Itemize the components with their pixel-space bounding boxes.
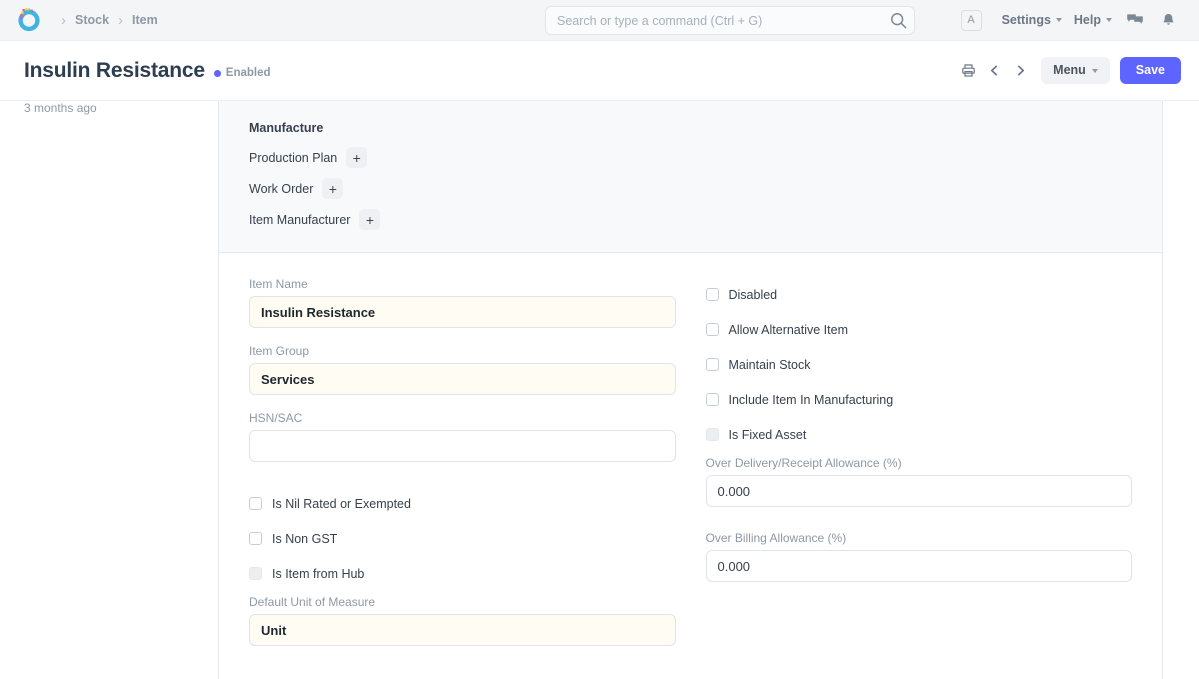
connections-heading: Manufacture bbox=[249, 121, 1132, 135]
printer-icon[interactable] bbox=[957, 59, 979, 83]
page-body: 3 months ago Manufacture Production Plan… bbox=[0, 100, 1199, 679]
is-nil-rated-checkbox[interactable] bbox=[249, 497, 262, 510]
menu-label: Menu bbox=[1053, 64, 1086, 77]
chevron-right-icon: › bbox=[54, 13, 73, 28]
status-badge: Enabled bbox=[214, 67, 271, 79]
chevron-down-icon bbox=[1092, 69, 1098, 73]
next-doc-button[interactable] bbox=[1009, 59, 1031, 83]
label-item-name: Item Name bbox=[249, 277, 676, 291]
breadcrumb-item-item[interactable]: Item bbox=[132, 13, 158, 27]
allow-alternative-item-checkbox[interactable] bbox=[706, 323, 719, 336]
add-work-order-button[interactable]: + bbox=[322, 178, 343, 199]
add-production-plan-button[interactable]: + bbox=[346, 147, 367, 168]
item-group-input[interactable] bbox=[249, 363, 676, 395]
form-column-left: Item Name Item Group HSN/SAC Is Nil Rate… bbox=[249, 277, 676, 662]
help-menu[interactable]: Help bbox=[1068, 9, 1118, 31]
avatar[interactable]: A bbox=[961, 10, 982, 31]
label-allow-alternative-item[interactable]: Allow Alternative Item bbox=[729, 323, 849, 337]
page-actions: Menu Save bbox=[957, 57, 1181, 84]
field-over-billing-allowance: Over Billing Allowance (%) bbox=[706, 531, 1133, 582]
label-default-uom: Default Unit of Measure bbox=[249, 595, 676, 609]
maintain-stock-checkbox[interactable] bbox=[706, 358, 719, 371]
label-is-fixed-asset: Is Fixed Asset bbox=[729, 428, 807, 442]
link-production-plan[interactable]: Production Plan bbox=[249, 151, 337, 165]
connection-row-production-plan: Production Plan + bbox=[249, 147, 1132, 168]
item-name-input[interactable] bbox=[249, 296, 676, 328]
link-item-manufacturer[interactable]: Item Manufacturer bbox=[249, 213, 350, 227]
add-item-manufacturer-button[interactable]: + bbox=[359, 209, 380, 230]
hsn-sac-input[interactable] bbox=[249, 430, 676, 462]
link-work-order[interactable]: Work Order bbox=[249, 182, 313, 196]
search-icon[interactable] bbox=[889, 11, 908, 30]
chat-icon[interactable] bbox=[1118, 7, 1152, 33]
status-dot-icon bbox=[214, 70, 221, 77]
is-item-from-hub-checkbox bbox=[249, 567, 262, 580]
label-disabled[interactable]: Disabled bbox=[729, 288, 778, 302]
over-billing-allowance-input[interactable] bbox=[706, 550, 1133, 582]
label-hsn-sac: HSN/SAC bbox=[249, 411, 676, 425]
save-button[interactable]: Save bbox=[1120, 57, 1181, 84]
chevron-right-icon: › bbox=[111, 13, 130, 28]
connection-row-item-manufacturer: Item Manufacturer + bbox=[249, 209, 1132, 230]
checkbox-row-include-item-in-manufacturing: Include Item In Manufacturing bbox=[706, 382, 1133, 417]
label-is-non-gst[interactable]: Is Non GST bbox=[272, 532, 337, 546]
label-is-item-from-hub: Is Item from Hub bbox=[272, 567, 364, 581]
prev-doc-button[interactable] bbox=[983, 59, 1005, 83]
checkbox-row-is-item-from-hub: Is Item from Hub bbox=[249, 556, 676, 591]
chevron-down-icon bbox=[1056, 18, 1062, 22]
frappe-logo-icon[interactable] bbox=[16, 7, 42, 33]
settings-menu[interactable]: Settings bbox=[996, 9, 1068, 31]
title-block: Insulin Resistance Enabled bbox=[24, 59, 271, 83]
label-item-group: Item Group bbox=[249, 344, 676, 358]
navbar: › Stock › Item A Settings Help bbox=[0, 0, 1199, 41]
field-item-name: Item Name bbox=[249, 277, 676, 328]
help-label: Help bbox=[1074, 13, 1101, 27]
checkbox-row-maintain-stock: Maintain Stock bbox=[706, 347, 1133, 382]
last-modified-time: 3 months ago bbox=[24, 101, 200, 115]
include-item-in-manufacturing-checkbox[interactable] bbox=[706, 393, 719, 406]
checkbox-row-is-non-gst: Is Non GST bbox=[249, 521, 676, 556]
page-title: Insulin Resistance bbox=[24, 59, 205, 83]
form-section: Item Name Item Group HSN/SAC Is Nil Rate… bbox=[219, 253, 1162, 679]
settings-label: Settings bbox=[1002, 13, 1051, 27]
checkbox-row-disabled: Disabled bbox=[706, 277, 1133, 312]
label-maintain-stock[interactable]: Maintain Stock bbox=[729, 358, 811, 372]
label-is-nil-rated[interactable]: Is Nil Rated or Exempted bbox=[272, 497, 411, 511]
form-container: Manufacture Production Plan + Work Order… bbox=[219, 101, 1163, 679]
field-item-group: Item Group bbox=[249, 344, 676, 395]
breadcrumb: › Stock › Item bbox=[16, 7, 158, 33]
is-fixed-asset-checkbox bbox=[706, 428, 719, 441]
field-hsn-sac: HSN/SAC bbox=[249, 411, 676, 462]
bell-icon[interactable] bbox=[1152, 8, 1185, 33]
checkbox-row-is-nil-rated: Is Nil Rated or Exempted bbox=[249, 486, 676, 521]
status-label: Enabled bbox=[226, 67, 271, 79]
navbar-actions: A Settings Help bbox=[961, 7, 1185, 33]
search-container bbox=[545, 6, 915, 35]
label-over-delivery-allowance: Over Delivery/Receipt Allowance (%) bbox=[706, 456, 1133, 470]
is-non-gst-checkbox[interactable] bbox=[249, 532, 262, 545]
connection-row-work-order: Work Order + bbox=[249, 178, 1132, 199]
field-default-uom: Default Unit of Measure bbox=[249, 595, 676, 646]
label-include-item-in-manufacturing[interactable]: Include Item In Manufacturing bbox=[729, 393, 894, 407]
disabled-checkbox[interactable] bbox=[706, 288, 719, 301]
connections-panel: Manufacture Production Plan + Work Order… bbox=[219, 101, 1162, 253]
search-input[interactable] bbox=[545, 6, 915, 35]
label-over-billing-allowance: Over Billing Allowance (%) bbox=[706, 531, 1133, 545]
checkbox-row-is-fixed-asset: Is Fixed Asset bbox=[706, 417, 1133, 452]
page-header: Insulin Resistance Enabled Menu bbox=[0, 41, 1199, 100]
sidebar: 3 months ago bbox=[0, 101, 219, 679]
chevron-down-icon bbox=[1106, 18, 1112, 22]
default-uom-input[interactable] bbox=[249, 614, 676, 646]
field-over-delivery-allowance: Over Delivery/Receipt Allowance (%) bbox=[706, 456, 1133, 507]
breadcrumb-item-stock[interactable]: Stock bbox=[75, 13, 109, 27]
checkbox-row-allow-alternative-item: Allow Alternative Item bbox=[706, 312, 1133, 347]
over-delivery-allowance-input[interactable] bbox=[706, 475, 1133, 507]
form-column-right: Disabled Allow Alternative Item Maintain… bbox=[706, 277, 1133, 662]
menu-button[interactable]: Menu bbox=[1041, 57, 1110, 84]
